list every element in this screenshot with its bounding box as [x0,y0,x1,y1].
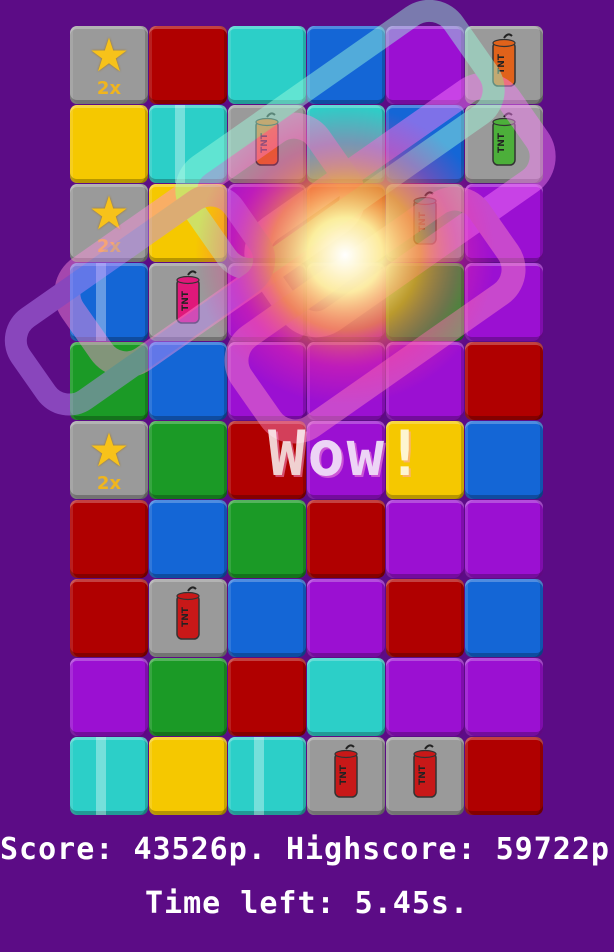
purple-tile[interactable] [70,658,148,736]
star-bonus-tile[interactable]: ★ 2x [70,184,148,262]
purple-tile[interactable] [386,342,464,420]
purple-tile[interactable] [465,500,543,578]
svg-text:TNT: TNT [181,290,191,311]
purple-tile[interactable] [228,342,306,420]
tnt-tile[interactable]: TNT [307,737,385,815]
tnt-tile[interactable]: TNT [386,737,464,815]
blue-tile[interactable] [70,263,148,341]
multiplier-label: 2x [96,236,122,257]
purple-tile[interactable] [386,658,464,736]
svg-text:TNT: TNT [497,53,507,74]
time-value: 5.45s. [354,886,470,921]
yellow-tile[interactable] [149,737,227,815]
yellow-tile[interactable] [70,105,148,183]
svg-text:TNT: TNT [260,132,270,153]
red-tile[interactable] [465,342,543,420]
blue-tile[interactable] [307,26,385,104]
blue-tile[interactable] [465,421,543,499]
svg-text:TNT: TNT [418,764,428,785]
star-bonus-tile[interactable]: ★ 2x [70,26,148,104]
svg-text:TNT: TNT [497,132,507,153]
red-tile[interactable] [149,26,227,104]
cyan-tile[interactable] [70,737,148,815]
star-icon: ★ [88,186,130,240]
purple-tile[interactable] [386,26,464,104]
yellow-tile[interactable] [149,184,227,262]
purple-tile[interactable] [386,500,464,578]
green-tile[interactable] [70,342,148,420]
cyan-tile[interactable] [307,658,385,736]
highscore-value: 59722p. [495,832,614,867]
red-tile[interactable] [70,500,148,578]
cyan-tile[interactable] [228,737,306,815]
blue-tile[interactable] [149,342,227,420]
blue-tile[interactable] [149,500,227,578]
score-label: Score: [0,832,115,867]
cyan-tile[interactable] [228,26,306,104]
multiplier-label: 2x [96,78,122,99]
red-tile[interactable] [307,500,385,578]
highscore-label: Highscore: [285,832,477,867]
tnt-tile[interactable]: TNT [465,105,543,183]
red-tile[interactable] [465,737,543,815]
multiplier-label: 2x [96,473,122,494]
purple-tile[interactable] [228,263,306,341]
time-label: Time left: [144,886,336,921]
red-tile[interactable] [70,579,148,657]
star-icon: ★ [88,28,130,82]
blue-tile[interactable] [465,579,543,657]
blue-tile[interactable] [228,579,306,657]
cyan-tile[interactable] [149,105,227,183]
svg-text:TNT: TNT [181,606,191,627]
tnt-tile[interactable]: TNT [386,184,464,262]
blue-tile[interactable] [386,105,464,183]
green-tile[interactable] [149,421,227,499]
combo-text: Wow! [268,417,426,490]
green-tile[interactable] [386,263,464,341]
svg-text:TNT: TNT [418,211,428,232]
purple-tile[interactable] [307,342,385,420]
tnt-tile[interactable]: TNT [465,26,543,104]
tnt-tile[interactable]: TNT [149,579,227,657]
star-icon: ★ [88,423,130,477]
red-tile[interactable] [386,579,464,657]
green-tile[interactable] [228,500,306,578]
purple-tile[interactable] [307,579,385,657]
svg-text:TNT: TNT [339,764,349,785]
red-tile[interactable] [228,658,306,736]
red-tile[interactable] [307,184,385,262]
purple-tile[interactable] [465,184,543,262]
purple-tile[interactable] [307,263,385,341]
time-line: Time left: 5.45s. [0,886,614,921]
score-line: Score: 43526p. Highscore: 59722p. [0,832,614,867]
purple-tile[interactable] [465,658,543,736]
score-value: 43526p. [133,832,267,867]
tnt-tile[interactable]: TNT [228,105,306,183]
purple-tile[interactable] [228,184,306,262]
tnt-tile[interactable]: TNT [149,263,227,341]
green-tile[interactable] [149,658,227,736]
star-bonus-tile[interactable]: ★ 2x [70,421,148,499]
cyan-tile[interactable] [307,105,385,183]
purple-tile[interactable] [465,263,543,341]
